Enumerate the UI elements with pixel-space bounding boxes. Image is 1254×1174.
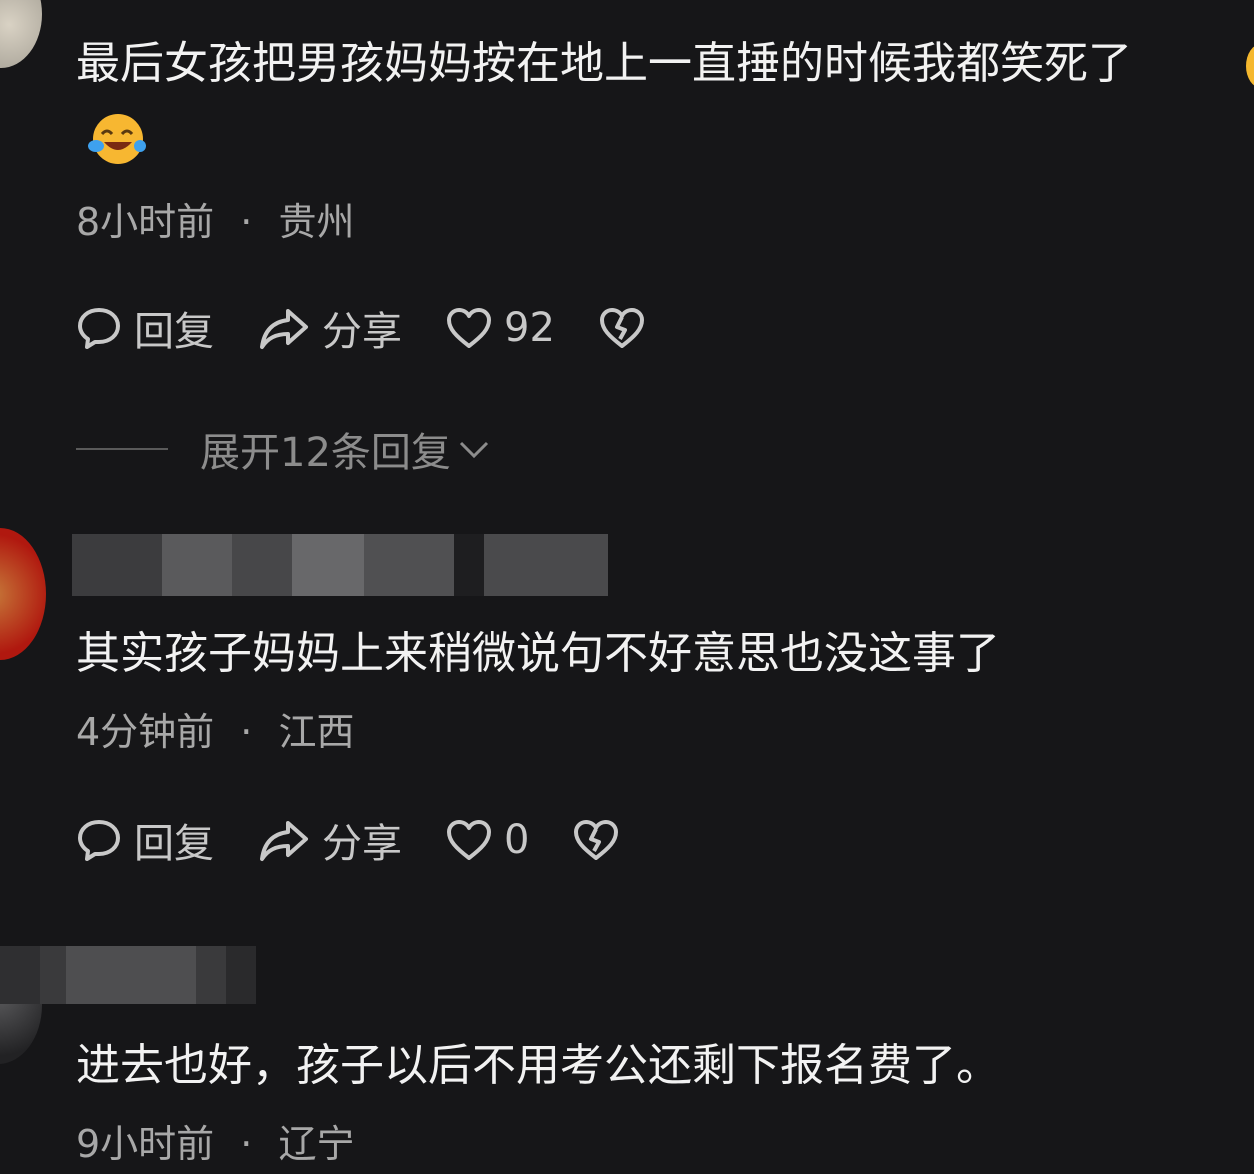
comment-text: 进去也好，孩子以后不用考公还剩下报名费了。: [76, 1040, 1000, 1091]
comment-text: 其实孩子妈妈上来稍微说句不好意思也没这事了: [76, 628, 1000, 679]
comment-meta: 8小时前 · 贵州: [76, 198, 354, 246]
like-button[interactable]: 92: [446, 305, 555, 351]
heart-icon: [447, 308, 491, 348]
separator: ·: [240, 200, 253, 244]
like-count: 92: [504, 305, 555, 351]
share-arrow-icon: [260, 309, 308, 349]
location: 贵州: [278, 200, 355, 244]
avatar[interactable]: [0, 528, 46, 660]
location: 辽宁: [278, 1122, 355, 1166]
laughing-crying-emoji: [88, 114, 146, 164]
dislike-button[interactable]: [573, 819, 619, 861]
share-label: 分享: [322, 309, 402, 355]
location: 江西: [278, 710, 355, 754]
separator: ·: [240, 1122, 253, 1166]
comment-actions: 回复 分享 0: [76, 812, 663, 868]
reply-button[interactable]: 回复: [76, 299, 214, 357]
timestamp: 4分钟前: [76, 710, 215, 754]
reply-label: 回复: [134, 309, 214, 355]
comment-actions: 回复 分享 92: [76, 300, 689, 356]
heart-icon: [447, 820, 491, 860]
like-button[interactable]: 0: [446, 817, 529, 863]
comment-bubble-icon: [78, 820, 120, 861]
share-button[interactable]: 分享: [258, 299, 402, 357]
comment-bubble-icon: [78, 308, 120, 349]
expand-replies-label: 展开12条回复: [200, 430, 451, 476]
timestamp: 9小时前: [76, 1122, 215, 1166]
share-arrow-icon: [260, 821, 308, 861]
separator: ·: [240, 710, 253, 754]
share-button[interactable]: 分享: [258, 811, 402, 869]
broken-heart-icon: [574, 820, 619, 860]
dislike-button[interactable]: [599, 307, 645, 349]
comment-meta: 9小时前 · 辽宁: [76, 1120, 354, 1168]
comment-text: 最后女孩把男孩妈妈按在地上一直捶的时候我都笑死了: [76, 38, 1132, 89]
reply-label: 回复: [134, 821, 214, 867]
reply-button[interactable]: 回复: [76, 811, 214, 869]
chevron-down-icon: [459, 441, 488, 459]
comment-meta: 4分钟前 · 江西: [76, 708, 354, 756]
expand-replies-button[interactable]: 展开12条回复: [76, 420, 493, 478]
avatar[interactable]: [0, 0, 42, 68]
broken-heart-icon: [599, 308, 644, 348]
username-blurred[interactable]: [72, 534, 608, 596]
divider: [76, 448, 168, 450]
share-label: 分享: [322, 821, 402, 867]
laughing-crying-emoji: [1246, 44, 1254, 88]
like-count: 0: [504, 817, 530, 863]
username-blurred[interactable]: [0, 946, 256, 1004]
timestamp: 8小时前: [76, 200, 215, 244]
